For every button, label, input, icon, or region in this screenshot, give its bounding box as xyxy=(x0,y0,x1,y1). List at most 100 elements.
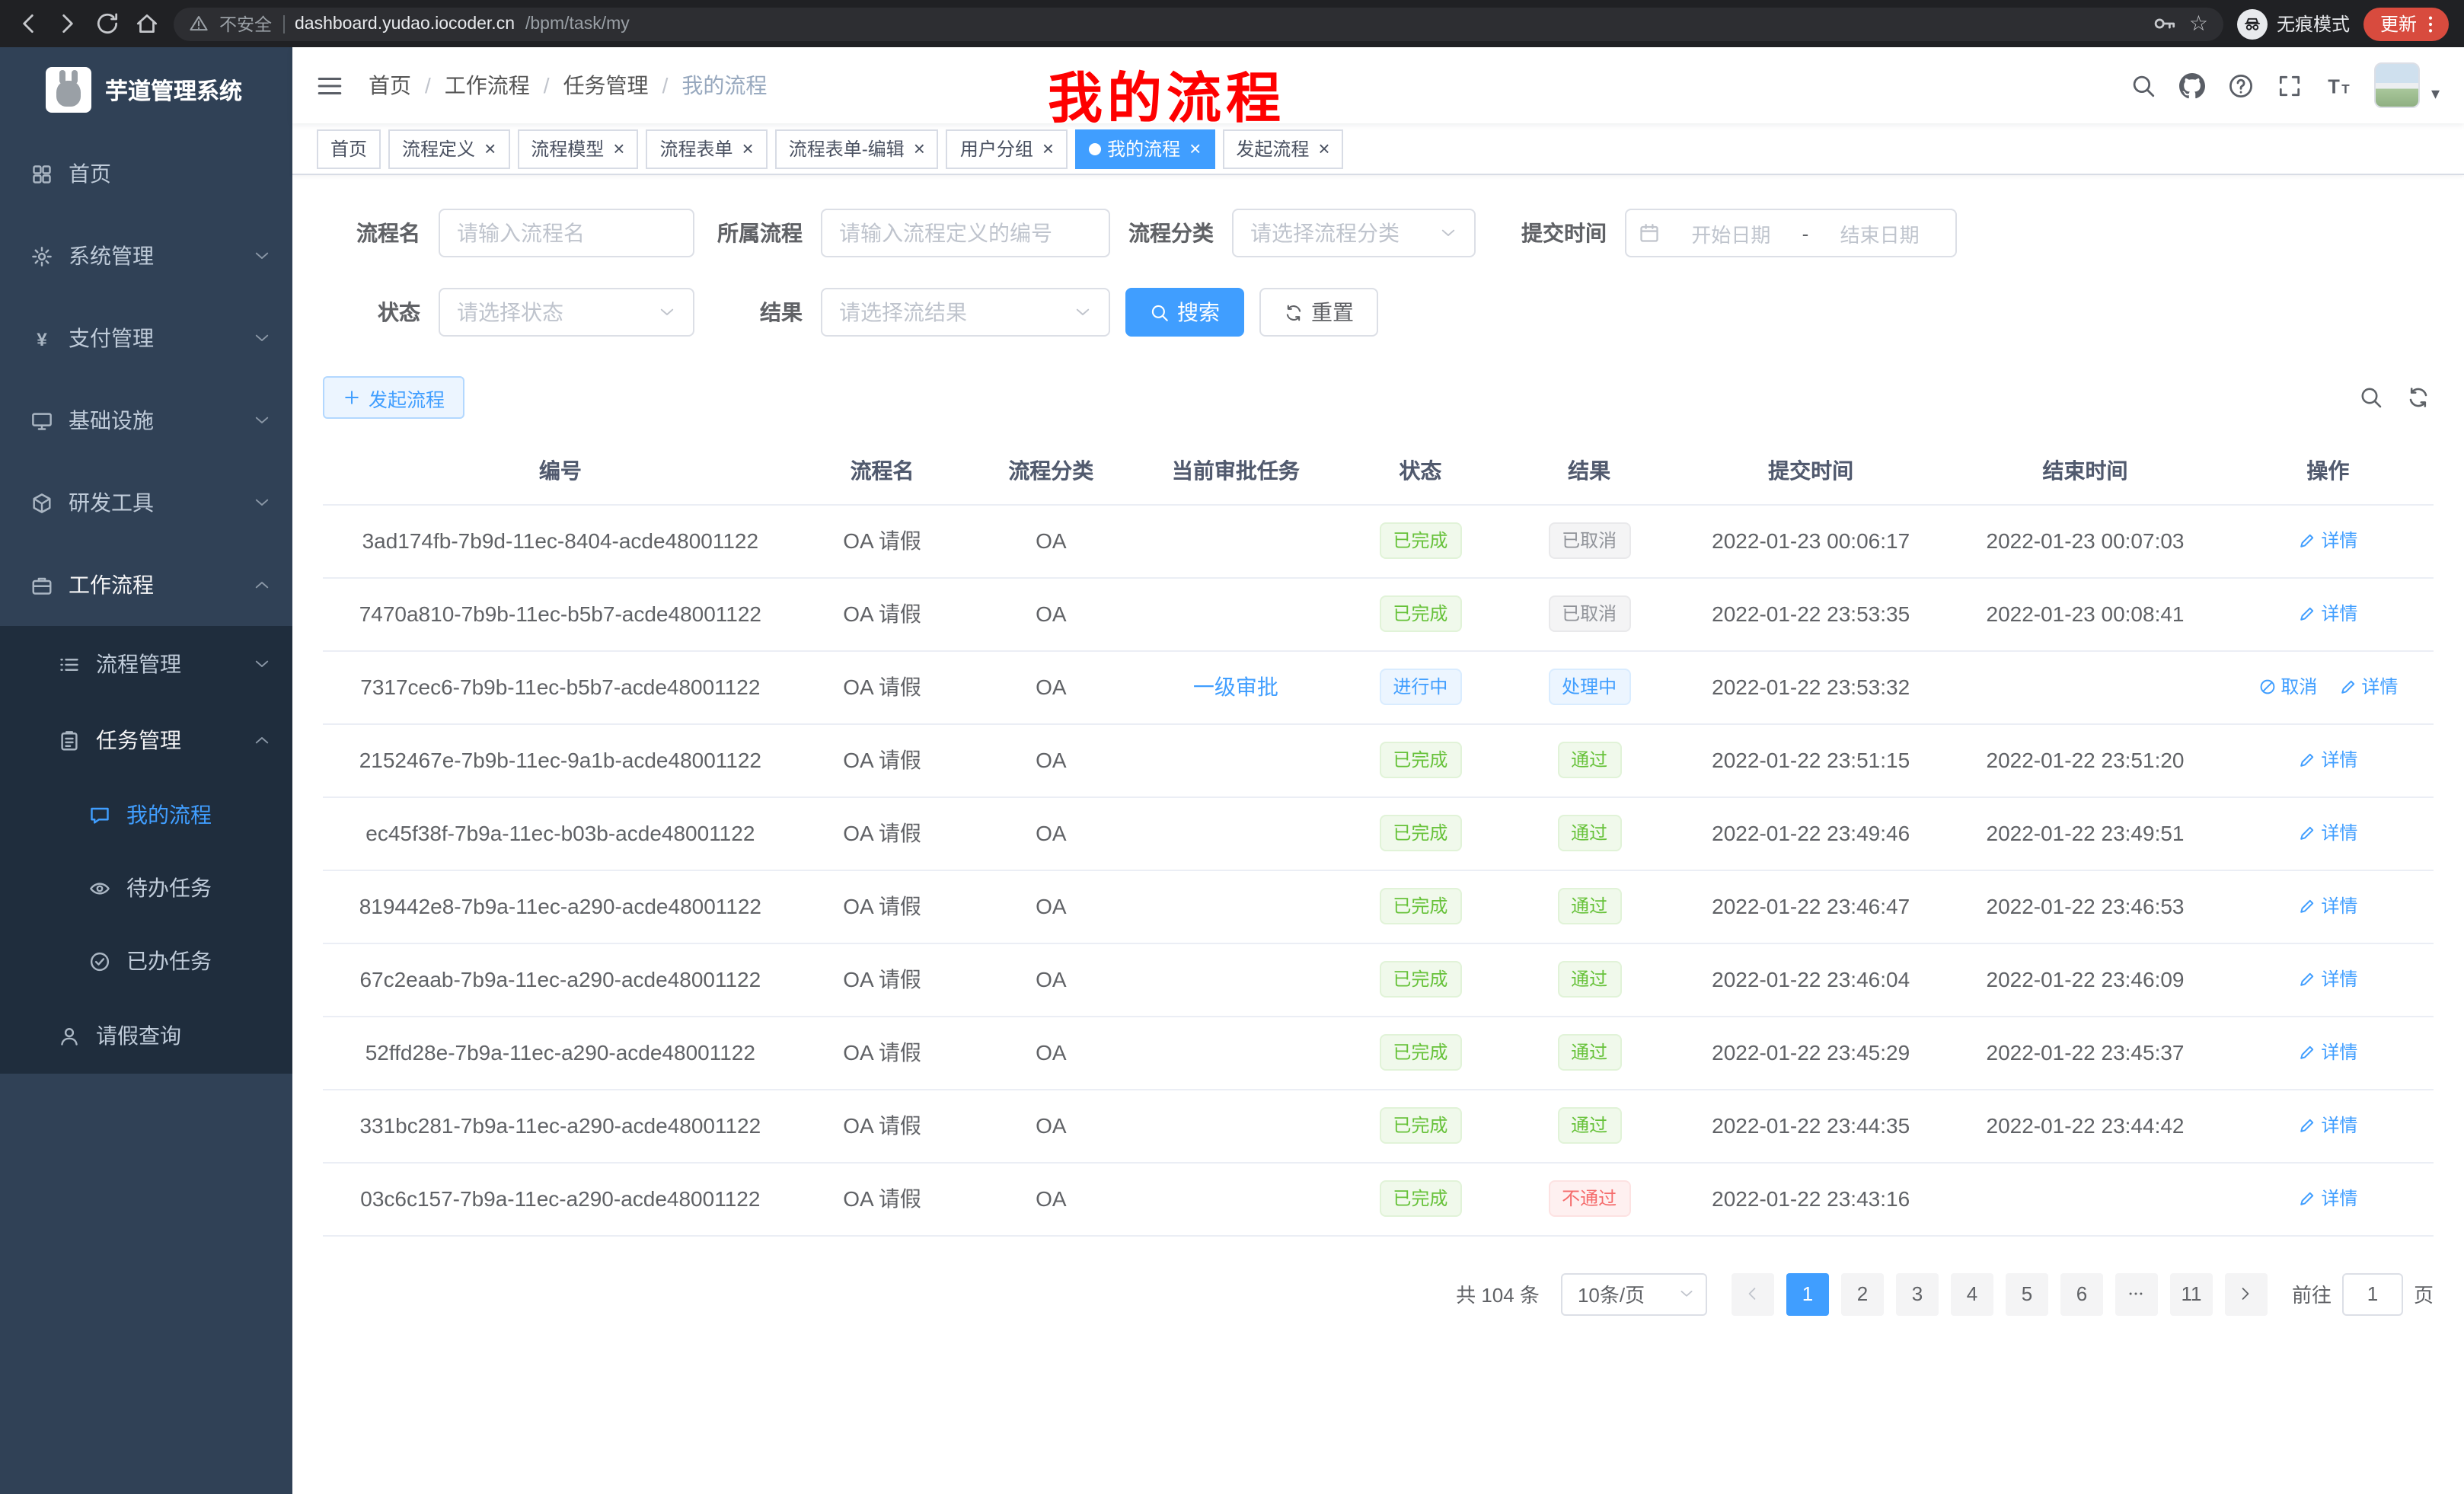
toggle-search-icon[interactable] xyxy=(2359,385,2383,410)
category-select[interactable]: 请选择流程分类 xyxy=(1232,209,1476,257)
more-pages-button[interactable] xyxy=(2115,1272,2158,1315)
sidebar-item-leave-query[interactable]: 请假查询 xyxy=(0,998,292,1074)
prev-page-button[interactable] xyxy=(1732,1272,1774,1315)
search-button[interactable]: 搜索 xyxy=(1125,288,1244,337)
detail-button[interactable]: 详情 xyxy=(2298,528,2357,554)
bookmark-star-icon[interactable]: ☆ xyxy=(2189,11,2208,37)
app-logo[interactable]: 芋道管理系统 xyxy=(0,47,292,132)
close-icon[interactable]: × xyxy=(484,139,496,158)
right-toolbar xyxy=(2359,385,2434,410)
detail-button[interactable]: 详情 xyxy=(2298,1113,2357,1138)
password-key-icon[interactable] xyxy=(2153,11,2178,37)
detail-button[interactable]: 详情 xyxy=(2298,1039,2357,1065)
browser-menu-icon[interactable] xyxy=(2420,13,2441,34)
cell-result: 通过 xyxy=(1505,1016,1674,1089)
tab-my-process[interactable]: 我的流程× xyxy=(1075,129,1214,168)
sidebar-item-done-tasks[interactable]: 已办任务 xyxy=(0,924,292,998)
table-row: 03c6c157-7b9a-11ec-a290-acde48001122OA 请… xyxy=(323,1162,2434,1235)
page-button-2[interactable]: 2 xyxy=(1841,1272,1884,1315)
status-select[interactable]: 请选择状态 xyxy=(439,288,694,337)
goto-page-input[interactable]: 1 xyxy=(2342,1272,2403,1315)
close-icon[interactable]: × xyxy=(914,139,925,158)
close-icon[interactable]: × xyxy=(742,139,754,158)
sidebar-item-process-management[interactable]: 流程管理 xyxy=(0,626,292,702)
cancel-button[interactable]: 取消 xyxy=(2258,674,2317,700)
avatar[interactable] xyxy=(2375,62,2421,108)
detail-button[interactable]: 详情 xyxy=(2298,1186,2357,1211)
sidebar-item-todo-tasks[interactable]: 待办任务 xyxy=(0,851,292,924)
current-task-link[interactable]: 一级审批 xyxy=(1193,675,1278,699)
result-badge: 通过 xyxy=(1557,1107,1621,1144)
detail-button[interactable]: 详情 xyxy=(2338,674,2398,700)
detail-button[interactable]: 详情 xyxy=(2298,893,2357,919)
close-icon[interactable]: × xyxy=(1042,139,1054,158)
tab-process-form-edit[interactable]: 流程表单-编辑× xyxy=(775,129,939,168)
address-bar[interactable]: 不安全 dashboard.yudao.iocoder.cn /bpm/task… xyxy=(174,7,2223,40)
refresh-table-icon[interactable] xyxy=(2406,385,2430,410)
reset-button[interactable]: 重置 xyxy=(1259,288,1378,337)
fullscreen-icon[interactable] xyxy=(2277,72,2303,98)
pencil-icon xyxy=(2298,824,2316,842)
help-icon[interactable] xyxy=(2229,72,2255,98)
status-badge: 已完成 xyxy=(1379,522,1461,559)
sidebar-item-my-process[interactable]: 我的流程 xyxy=(0,778,292,851)
tab-home[interactable]: 首页 xyxy=(317,129,381,168)
cell-status: 进行中 xyxy=(1336,650,1505,723)
browser-back-icon[interactable] xyxy=(15,11,41,37)
next-page-button[interactable] xyxy=(2225,1272,2268,1315)
page-button-4[interactable]: 4 xyxy=(1951,1272,1993,1315)
detail-button[interactable]: 详情 xyxy=(2298,747,2357,773)
breadcrumb-item[interactable]: 工作流程 xyxy=(445,70,530,101)
submit-time-range-picker[interactable]: 开始日期 - 结束日期 xyxy=(1625,209,1957,257)
sidebar-item-home[interactable]: 首页 xyxy=(0,132,292,215)
sidebar-item-infrastructure[interactable]: 基础设施 xyxy=(0,379,292,461)
detail-button[interactable]: 详情 xyxy=(2298,820,2357,846)
sidebar-item-task-management[interactable]: 任务管理 xyxy=(0,702,292,778)
process-key-input[interactable]: 请输入流程定义的编号 xyxy=(821,209,1110,257)
page-size-select[interactable]: 10条/页 xyxy=(1561,1272,1707,1315)
sidebar-item-payment-management[interactable]: ¥支付管理 xyxy=(0,297,292,379)
detail-button[interactable]: 详情 xyxy=(2298,966,2357,992)
sidebar-item-label: 系统管理 xyxy=(69,241,154,271)
sidebar-item-workflow[interactable]: 工作流程 xyxy=(0,544,292,626)
breadcrumb-item[interactable]: 首页 xyxy=(369,70,411,101)
sidebar-item-system-management[interactable]: 系统管理 xyxy=(0,215,292,297)
page-button-6[interactable]: 6 xyxy=(2060,1272,2103,1315)
caret-down-icon: ▾ xyxy=(2431,84,2440,108)
end-date-placeholder: 结束日期 xyxy=(1816,219,1943,247)
browser-home-icon[interactable] xyxy=(134,11,160,37)
cell-status: 已完成 xyxy=(1336,1162,1505,1235)
tab-user-group[interactable]: 用户分组× xyxy=(946,129,1068,168)
close-icon[interactable]: × xyxy=(1189,139,1201,158)
tab-process-model[interactable]: 流程模型× xyxy=(517,129,638,168)
cell-result: 通过 xyxy=(1505,796,1674,870)
close-icon[interactable]: × xyxy=(1318,139,1329,158)
cell-process-id: 7470a810-7b9b-11ec-b5b7-acde48001122 xyxy=(323,577,798,650)
page-button-11[interactable]: 11 xyxy=(2170,1272,2213,1315)
start-process-button[interactable]: 发起流程 xyxy=(323,376,464,419)
page-button-3[interactable]: 3 xyxy=(1896,1272,1939,1315)
cell-current-task xyxy=(1135,1016,1336,1089)
page-button-5[interactable]: 5 xyxy=(2006,1272,2048,1315)
browser-reload-icon[interactable] xyxy=(94,11,120,37)
tab-process-definition[interactable]: 流程定义× xyxy=(388,129,509,168)
tab-start-process[interactable]: 发起流程× xyxy=(1222,129,1343,168)
result-badge: 通过 xyxy=(1557,815,1621,851)
hamburger-icon[interactable] xyxy=(315,71,344,100)
cell-process-name: OA 请假 xyxy=(798,1162,967,1235)
detail-button[interactable]: 详情 xyxy=(2298,601,2357,627)
close-icon[interactable]: × xyxy=(613,139,624,158)
github-icon[interactable] xyxy=(2180,72,2206,98)
tab-process-form[interactable]: 流程表单× xyxy=(646,129,767,168)
process-name-input[interactable]: 请输入流程名 xyxy=(439,209,694,257)
browser-forward-icon[interactable] xyxy=(55,11,81,37)
page-button-1[interactable]: 1 xyxy=(1786,1272,1829,1315)
svg-text:T: T xyxy=(2342,81,2351,96)
font-size-icon[interactable]: TT xyxy=(2326,72,2352,98)
browser-update-button[interactable]: 更新 xyxy=(2363,7,2449,40)
result-select[interactable]: 请选择流结果 xyxy=(821,288,1110,337)
breadcrumb-item[interactable]: 任务管理 xyxy=(563,70,649,101)
sidebar-item-dev-tools[interactable]: 研发工具 xyxy=(0,461,292,544)
search-icon[interactable] xyxy=(2131,72,2157,98)
column-header: 提交时间 xyxy=(1674,437,1948,504)
